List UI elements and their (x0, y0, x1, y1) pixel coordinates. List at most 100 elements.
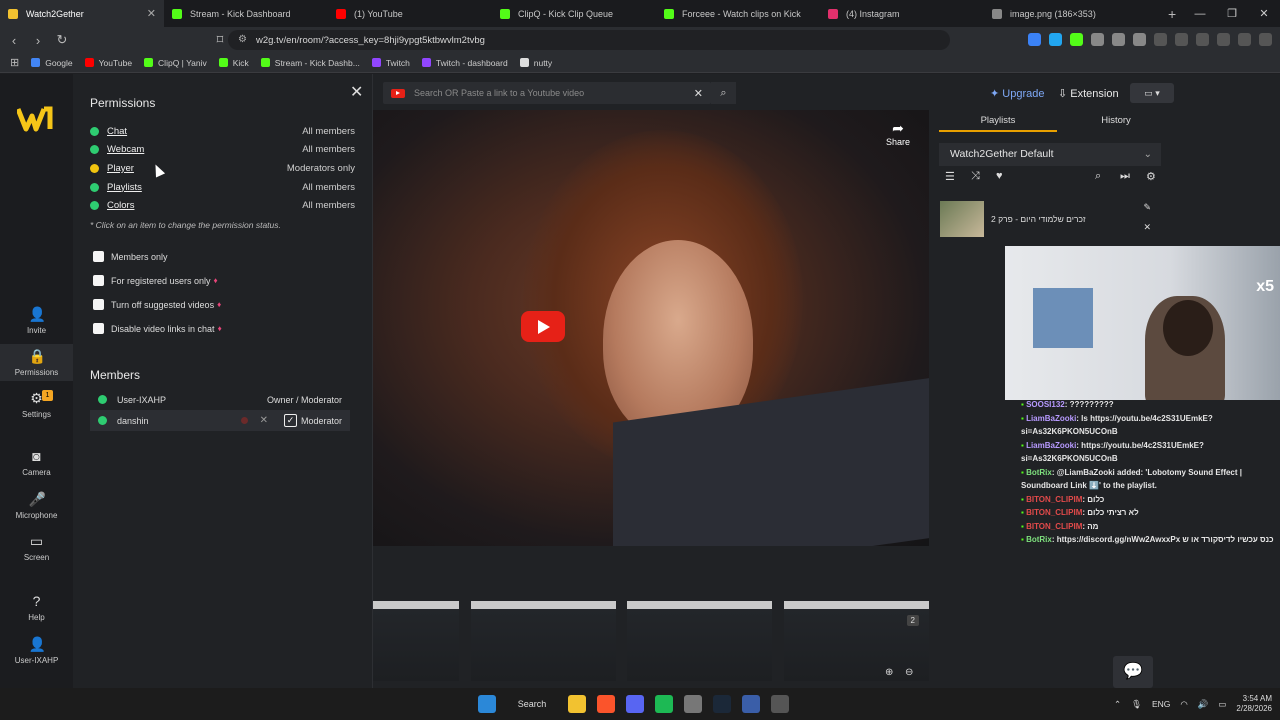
playlist-select[interactable]: Watch2Gether Default ⌄ (939, 143, 1161, 166)
option-checkbox[interactable] (93, 251, 104, 262)
option-row[interactable]: For registered users only ♦ (93, 275, 218, 286)
upgrade-link[interactable]: ✦ Upgrade (990, 87, 1044, 100)
windows-start-icon[interactable] (478, 695, 496, 713)
suggested-video-thumb[interactable] (627, 601, 772, 681)
chevron-up-icon[interactable]: ⌃ (1114, 699, 1121, 710)
microphone-icon[interactable]: 🎙 (1131, 699, 1142, 710)
spotify-icon[interactable] (655, 695, 673, 713)
skip-icon[interactable]: ⏭ (1120, 170, 1130, 183)
extension-icon[interactable] (1070, 33, 1083, 46)
forward-icon[interactable]: › (28, 33, 48, 48)
member-row[interactable]: User-IXAHP Owner / Moderator (90, 389, 350, 410)
playlist-item[interactable]: זכרים שלמודי היום - פרק 2 ✎ ✕ (939, 200, 1161, 238)
puzzle-icon[interactable] (1091, 33, 1104, 46)
zoom-in-icon[interactable]: ⊕ (885, 667, 893, 678)
reload-icon[interactable]: ↻ (52, 32, 72, 48)
permission-name[interactable]: Chat (107, 126, 302, 137)
bookmark-item[interactable]: nutty (519, 58, 552, 68)
bookmark-item[interactable]: ClipQ | Yaniv (144, 58, 207, 68)
search-button[interactable]: ⌕ (711, 82, 736, 104)
option-row[interactable]: Turn off suggested videos ♦ (93, 299, 221, 310)
battery-icon[interactable]: ▭ (1218, 699, 1226, 710)
browser-tab[interactable]: (4) Instagram (820, 0, 984, 27)
menu-icon[interactable] (1259, 33, 1272, 46)
bookmark-item[interactable]: Google (31, 58, 73, 68)
app-icon[interactable] (684, 695, 702, 713)
bookmark-item[interactable]: Kick (218, 58, 249, 68)
suggested-video-thumb[interactable] (471, 601, 616, 681)
sidebar-icon[interactable] (1175, 33, 1188, 46)
shuffle-icon[interactable]: ⤨ (971, 170, 980, 183)
permission-name[interactable]: Webcam (107, 144, 302, 155)
bookmark-item[interactable]: Twitch - dashboard (421, 58, 508, 68)
bookmark-item[interactable]: YouTube (84, 58, 132, 68)
close-window-icon[interactable]: ✕ (1248, 7, 1280, 20)
language-dropdown[interactable]: ▭ ▾ (1130, 83, 1174, 103)
nav-user[interactable]: 👤 User-IXAHP (0, 636, 73, 665)
browser-tab[interactable]: image.png (186×353) (984, 0, 1148, 27)
browser-tab[interactable]: ClipQ - Kick Clip Queue (492, 0, 656, 27)
file-explorer-icon[interactable] (568, 695, 586, 713)
permission-row-colors[interactable]: Colors All members (90, 198, 355, 214)
language-indicator[interactable]: ENG (1152, 699, 1170, 709)
edit-icon[interactable]: ✎ (1143, 202, 1151, 213)
extension-icon[interactable] (1112, 33, 1125, 46)
permission-row-webcam[interactable]: Webcam All members (90, 142, 355, 158)
permission-row-playlists[interactable]: Playlists All members (90, 179, 355, 195)
app-icon[interactable] (771, 695, 789, 713)
chat-toggle-button[interactable]: 💬 (1113, 656, 1153, 688)
kick-indicator-icon[interactable] (240, 417, 248, 424)
nav-screen[interactable]: ▭ Screen (0, 533, 73, 562)
profile-icon[interactable] (1217, 33, 1230, 46)
extension-link[interactable]: ⇩ Extension (1058, 87, 1119, 100)
extension-icon[interactable] (1133, 33, 1146, 46)
shield-icon[interactable] (1238, 33, 1251, 46)
back-icon[interactable]: ‹ (4, 33, 24, 48)
remove-icon[interactable]: ✕ (1143, 222, 1151, 233)
bookmark-item[interactable]: Twitch (371, 58, 410, 68)
search-icon[interactable]: ⌕ (1095, 170, 1101, 183)
permission-row-chat[interactable]: Chat All members (90, 123, 355, 139)
video-player[interactable]: ➦ Share ⚙ 🔊 (373, 110, 929, 546)
maximize-icon[interactable]: ❐ (1216, 7, 1248, 20)
permission-name[interactable]: Playlists (107, 182, 302, 193)
apps-grid-icon[interactable]: ⊞ (10, 56, 19, 69)
option-checkbox[interactable] (93, 299, 104, 310)
nav-settings[interactable]: 1 ⚙ Settings (0, 390, 73, 419)
member-row[interactable]: danshin ✕ ✓ Moderator (90, 410, 350, 431)
gear-icon[interactable]: ⚙ (1146, 170, 1156, 183)
list-icon[interactable]: ☰ (945, 170, 955, 183)
zoom-out-icon[interactable]: ⊖ (905, 667, 913, 678)
brave-icon[interactable] (597, 695, 615, 713)
new-tab-button[interactable]: + (1168, 6, 1176, 22)
clock[interactable]: 3:54 AM 2/28/2026 (1236, 694, 1272, 714)
extension-icon[interactable] (1028, 33, 1041, 46)
app-icon[interactable] (742, 695, 760, 713)
wifi-icon[interactable]: ◠ (1180, 699, 1187, 710)
permission-row-player[interactable]: Player Moderators only (90, 160, 355, 176)
discord-icon[interactable] (626, 695, 644, 713)
suggested-video-thumb[interactable] (373, 601, 459, 681)
share-button[interactable]: ➦ Share (886, 120, 910, 147)
wallet-icon[interactable] (1196, 33, 1209, 46)
nav-help[interactable]: ? Help (0, 593, 73, 622)
browser-tab[interactable]: Stream - Kick Dashboard (164, 0, 328, 27)
option-row[interactable]: Members only (93, 251, 168, 262)
permission-name[interactable]: Colors (107, 200, 302, 211)
bookmark-icon[interactable]: ⌑ (210, 32, 230, 48)
tab-history[interactable]: History (1057, 110, 1175, 132)
nav-camera[interactable]: ◙ Camera (0, 448, 73, 477)
nav-invite[interactable]: 👤 Invite (0, 306, 73, 335)
nav-permissions[interactable]: 🔒 Permissions (0, 344, 73, 381)
permission-name[interactable]: Player (107, 163, 287, 174)
volume-icon[interactable]: 🔊 (1198, 699, 1209, 710)
option-checkbox[interactable] (93, 275, 104, 286)
steam-icon[interactable] (713, 695, 731, 713)
site-info-icon[interactable]: ⚙ (238, 34, 247, 45)
close-icon[interactable]: ✕ (350, 82, 363, 102)
taskbar-search[interactable]: Search (507, 695, 557, 713)
w2g-logo[interactable] (17, 106, 55, 132)
close-tab-icon[interactable]: ✕ (147, 7, 156, 20)
remove-member-icon[interactable]: ✕ (260, 415, 268, 426)
url-bar[interactable]: ⚙ w2g.tv/en/room/?access_key=8hji9ypgt5k… (228, 30, 950, 50)
